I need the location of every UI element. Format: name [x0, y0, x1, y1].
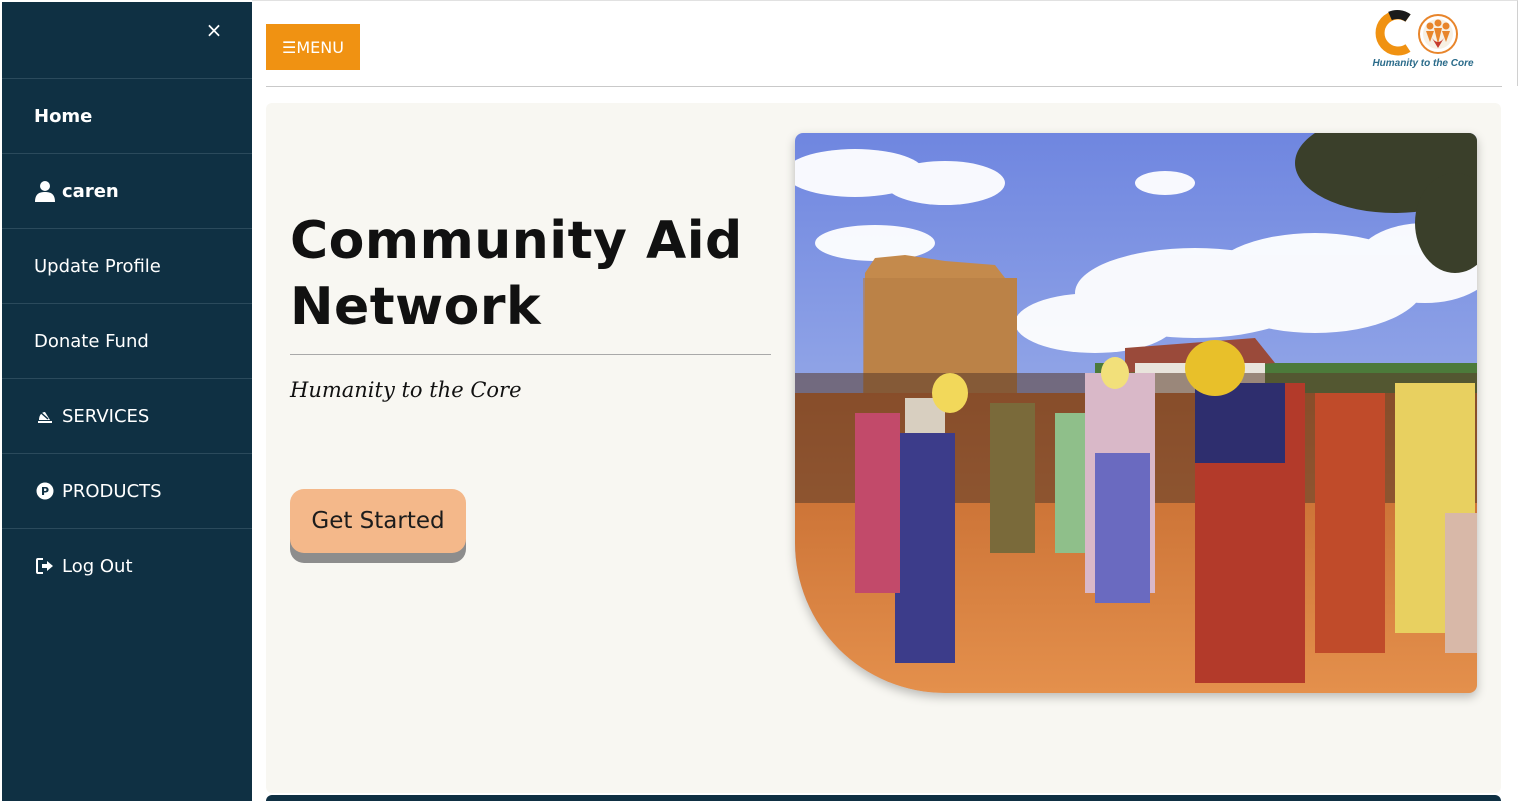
footer-strip	[266, 795, 1501, 801]
sidebar-item-label: SERVICES	[62, 405, 150, 427]
sidebar-item-label: Update Profile	[34, 255, 161, 277]
sidebar-item-donate-fund[interactable]: Donate Fund	[2, 303, 252, 378]
sidebar-item-products[interactable]: P PRODUCTS	[2, 453, 252, 528]
sidebar: × Home caren Update Profile Donate Fund …	[2, 2, 252, 801]
sidebar-item-label: Log Out	[62, 555, 133, 577]
hero-tagline: Humanity to the Core	[290, 378, 522, 402]
svg-text:P: P	[41, 485, 49, 498]
user-icon	[34, 180, 56, 202]
sidebar-item-update-profile[interactable]: Update Profile	[2, 228, 252, 303]
sidebar-item-label: Donate Fund	[34, 330, 149, 352]
sidebar-item-label: caren	[62, 180, 119, 202]
page-title: Community Aid Network	[290, 211, 743, 337]
sidebar-menu: Home caren Update Profile Donate Fund SE…	[2, 78, 252, 603]
logo-mark-icon	[1375, 10, 1458, 56]
community-photo	[795, 133, 1477, 693]
product-p-icon: P	[34, 480, 56, 502]
sidebar-item-label: PRODUCTS	[62, 480, 162, 502]
service-bell-icon	[34, 405, 56, 427]
get-started-button[interactable]: Get Started	[290, 489, 466, 553]
sidebar-item-services[interactable]: SERVICES	[2, 378, 252, 453]
menu-button[interactable]: ☰MENU	[266, 24, 360, 70]
top-bar	[252, 0, 1518, 86]
header-divider	[266, 86, 1502, 87]
title-divider	[290, 354, 771, 355]
sidebar-item-label: Home	[34, 105, 93, 127]
sidebar-item-user[interactable]: caren	[2, 153, 252, 228]
logo-tagline: Humanity to the Core	[1372, 58, 1474, 69]
close-sidebar-button[interactable]: ×	[202, 18, 226, 42]
brand-logo[interactable]: Humanity to the Core	[1368, 8, 1478, 74]
sidebar-item-home[interactable]: Home	[2, 78, 252, 153]
logout-icon	[34, 555, 56, 577]
sidebar-item-logout[interactable]: Log Out	[2, 528, 252, 603]
